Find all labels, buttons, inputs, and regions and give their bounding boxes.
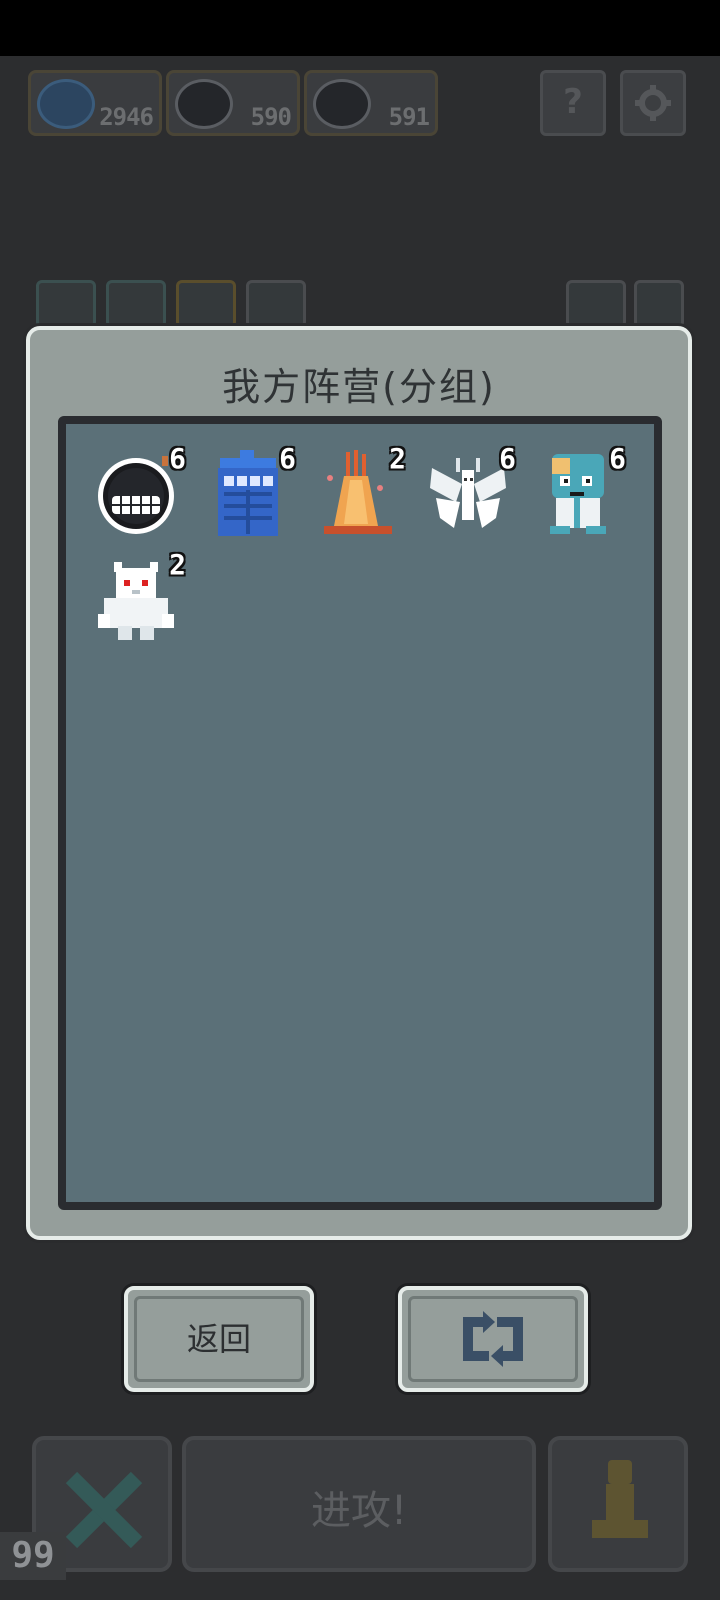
unit-white-moth[interactable]: 6 (410, 442, 520, 542)
unit-count: 2 (389, 442, 406, 475)
ally-group-dialog: 我方阵营(分组) 6 6 2 6 6 2 (26, 326, 692, 1240)
flame-tree-icon (324, 450, 392, 534)
team-slot (106, 280, 166, 328)
back-button[interactable]: 返回 (124, 1286, 314, 1392)
grinning-bomb-icon (175, 79, 233, 129)
dialog-title: 我方阵营(分组) (222, 365, 496, 409)
settings-button[interactable] (620, 70, 686, 136)
unit-teal-frog-creature[interactable]: 6 (520, 442, 630, 542)
resource-value: 590 (250, 103, 292, 131)
grinning-bomb-icon (98, 456, 174, 534)
unit-count: 6 (169, 442, 186, 475)
resource-chip-gems: 2946 (28, 70, 162, 136)
gear-icon (635, 85, 671, 121)
unit-blue-booth[interactable]: 6 (190, 442, 300, 542)
attack-label: 进攻! (310, 1488, 408, 1534)
status-bar (0, 0, 720, 56)
white-moth-icon (430, 458, 506, 528)
team-slot (634, 280, 684, 328)
resource-chip-bomb-2: 591 (304, 70, 438, 136)
resource-chip-bomb-1: 590 (166, 70, 300, 136)
teal-frog-creature-icon (550, 454, 606, 534)
resource-value: 591 (388, 103, 430, 131)
pawn-icon (592, 1460, 648, 1556)
swap-arrows-icon (463, 1311, 523, 1367)
blue-gem-icon (37, 79, 95, 129)
attack-button[interactable]: 进攻! (182, 1436, 536, 1572)
team-slot (246, 280, 306, 328)
white-yeti-icon (98, 562, 174, 640)
unit-grinning-bomb[interactable]: 6 (80, 442, 190, 542)
team-slot (566, 280, 626, 328)
team-slot (36, 280, 96, 328)
swap-button[interactable] (398, 1286, 588, 1392)
team-slot (176, 280, 236, 328)
pawn-button[interactable] (548, 1436, 688, 1572)
unit-count: 6 (609, 442, 626, 475)
fps-counter: 99 (0, 1532, 66, 1580)
resource-value: 2946 (99, 103, 154, 131)
help-button[interactable]: ? (540, 70, 606, 136)
unit-count: 2 (169, 548, 186, 581)
unit-count: 6 (279, 442, 296, 475)
blue-booth-icon (218, 450, 278, 536)
unit-count: 6 (499, 442, 516, 475)
grinning-bomb-icon (313, 79, 371, 129)
unit-flame-tree[interactable]: 2 (300, 442, 410, 542)
close-icon (66, 1472, 142, 1548)
unit-white-yeti[interactable]: 2 (80, 548, 190, 648)
unit-roster-panel: 6 6 2 6 6 2 (58, 416, 662, 1210)
